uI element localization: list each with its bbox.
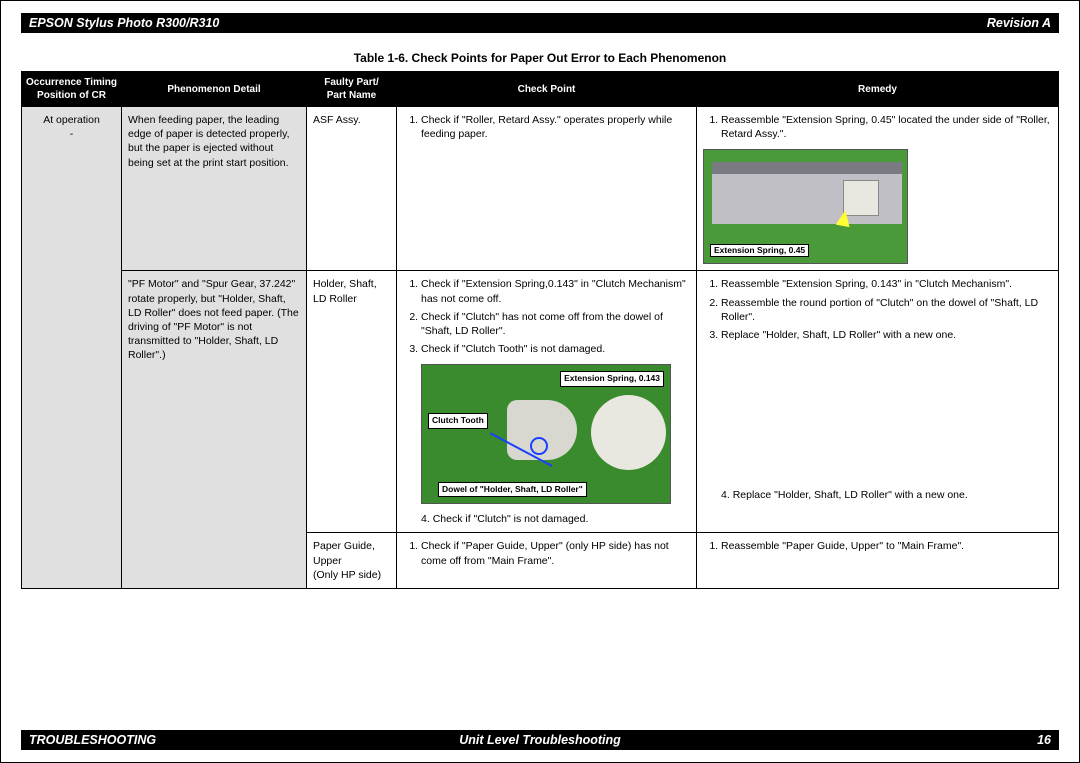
remedy-cell: Reassemble "Extension Spring, 0.45" loca…	[697, 107, 1059, 271]
list-item: Check if "Clutch Tooth" is not damaged.	[421, 342, 690, 356]
check-point-cell: Check if "Roller, Retard Assy." operates…	[397, 107, 697, 271]
figure-label: Clutch Tooth	[428, 413, 488, 428]
footer-bar: TROUBLESHOOTING Unit Level Troubleshooti…	[21, 730, 1059, 750]
remedy-cell: Reassemble "Extension Spring, 0.143" in …	[697, 271, 1059, 533]
col-phenomenon: Phenomenon Detail	[122, 72, 307, 107]
arrow-icon	[836, 209, 853, 227]
table-row: "PF Motor" and "Spur Gear, 37.242" rotat…	[22, 271, 1059, 533]
figure-clutch-mechanism: Extension Spring, 0.143 Clutch Tooth Dow…	[421, 364, 671, 504]
list-item: Reassemble "Paper Guide, Upper" to "Main…	[721, 539, 1052, 553]
col-check-point: Check Point	[397, 72, 697, 107]
list-item: Check if "Clutch" is not damaged.	[433, 513, 589, 525]
header-left: EPSON Stylus Photo R300/R310	[29, 16, 219, 30]
figure-label: Dowel of "Holder, Shaft, LD Roller"	[438, 482, 587, 497]
list-item: Replace "Holder, Shaft, LD Roller" with …	[721, 328, 1052, 342]
figure-label: Extension Spring, 0.143	[560, 371, 664, 386]
figure-label: Extension Spring, 0.45	[710, 244, 809, 257]
list-item: Reassemble "Extension Spring, 0.143" in …	[721, 277, 1052, 291]
figure-extension-spring-045: Extension Spring, 0.45	[703, 149, 908, 264]
header-right: Revision A	[987, 16, 1051, 30]
check-points-table: Occurrence Timing Position of CR Phenome…	[21, 71, 1059, 589]
header-bar: EPSON Stylus Photo R300/R310 Revision A	[21, 13, 1059, 33]
list-item: Check if "Paper Guide, Upper" (only HP s…	[421, 539, 690, 567]
occurrence-cell: At operation -	[22, 107, 122, 589]
faulty-part-cell: ASF Assy.	[307, 107, 397, 271]
remedy-cell: Reassemble "Paper Guide, Upper" to "Main…	[697, 533, 1059, 589]
footer-left: TROUBLESHOOTING	[29, 733, 370, 747]
check-point-cell: Check if "Extension Spring,0.143" in "Cl…	[397, 271, 697, 533]
table-caption: Table 1-6. Check Points for Paper Out Er…	[21, 51, 1059, 65]
faulty-part-cell: Paper Guide, Upper (Only HP side)	[307, 533, 397, 589]
footer-center: Unit Level Troubleshooting	[370, 733, 711, 747]
check-point-cell: Check if "Paper Guide, Upper" (only HP s…	[397, 533, 697, 589]
list-item: Check if "Extension Spring,0.143" in "Cl…	[421, 277, 690, 305]
phenomenon-cell: "PF Motor" and "Spur Gear, 37.242" rotat…	[122, 271, 307, 589]
col-occurrence: Occurrence Timing Position of CR	[22, 72, 122, 107]
list-item: Reassemble the round portion of "Clutch"…	[721, 296, 1052, 324]
phenomenon-cell: When feeding paper, the leading edge of …	[122, 107, 307, 271]
footer-right: 16	[710, 733, 1051, 747]
list-item: Check if "Roller, Retard Assy." operates…	[421, 113, 690, 141]
col-faulty-part: Faulty Part/ Part Name	[307, 72, 397, 107]
faulty-part-cell: Holder, Shaft, LD Roller	[307, 271, 397, 533]
table-row: At operation - When feeding paper, the l…	[22, 107, 1059, 271]
gear-icon	[591, 395, 666, 470]
col-remedy: Remedy	[697, 72, 1059, 107]
list-item: Replace "Holder, Shaft, LD Roller" with …	[733, 489, 968, 501]
list-item: Check if "Clutch" has not come off from …	[421, 310, 690, 338]
list-item: Reassemble "Extension Spring, 0.45" loca…	[721, 113, 1052, 141]
